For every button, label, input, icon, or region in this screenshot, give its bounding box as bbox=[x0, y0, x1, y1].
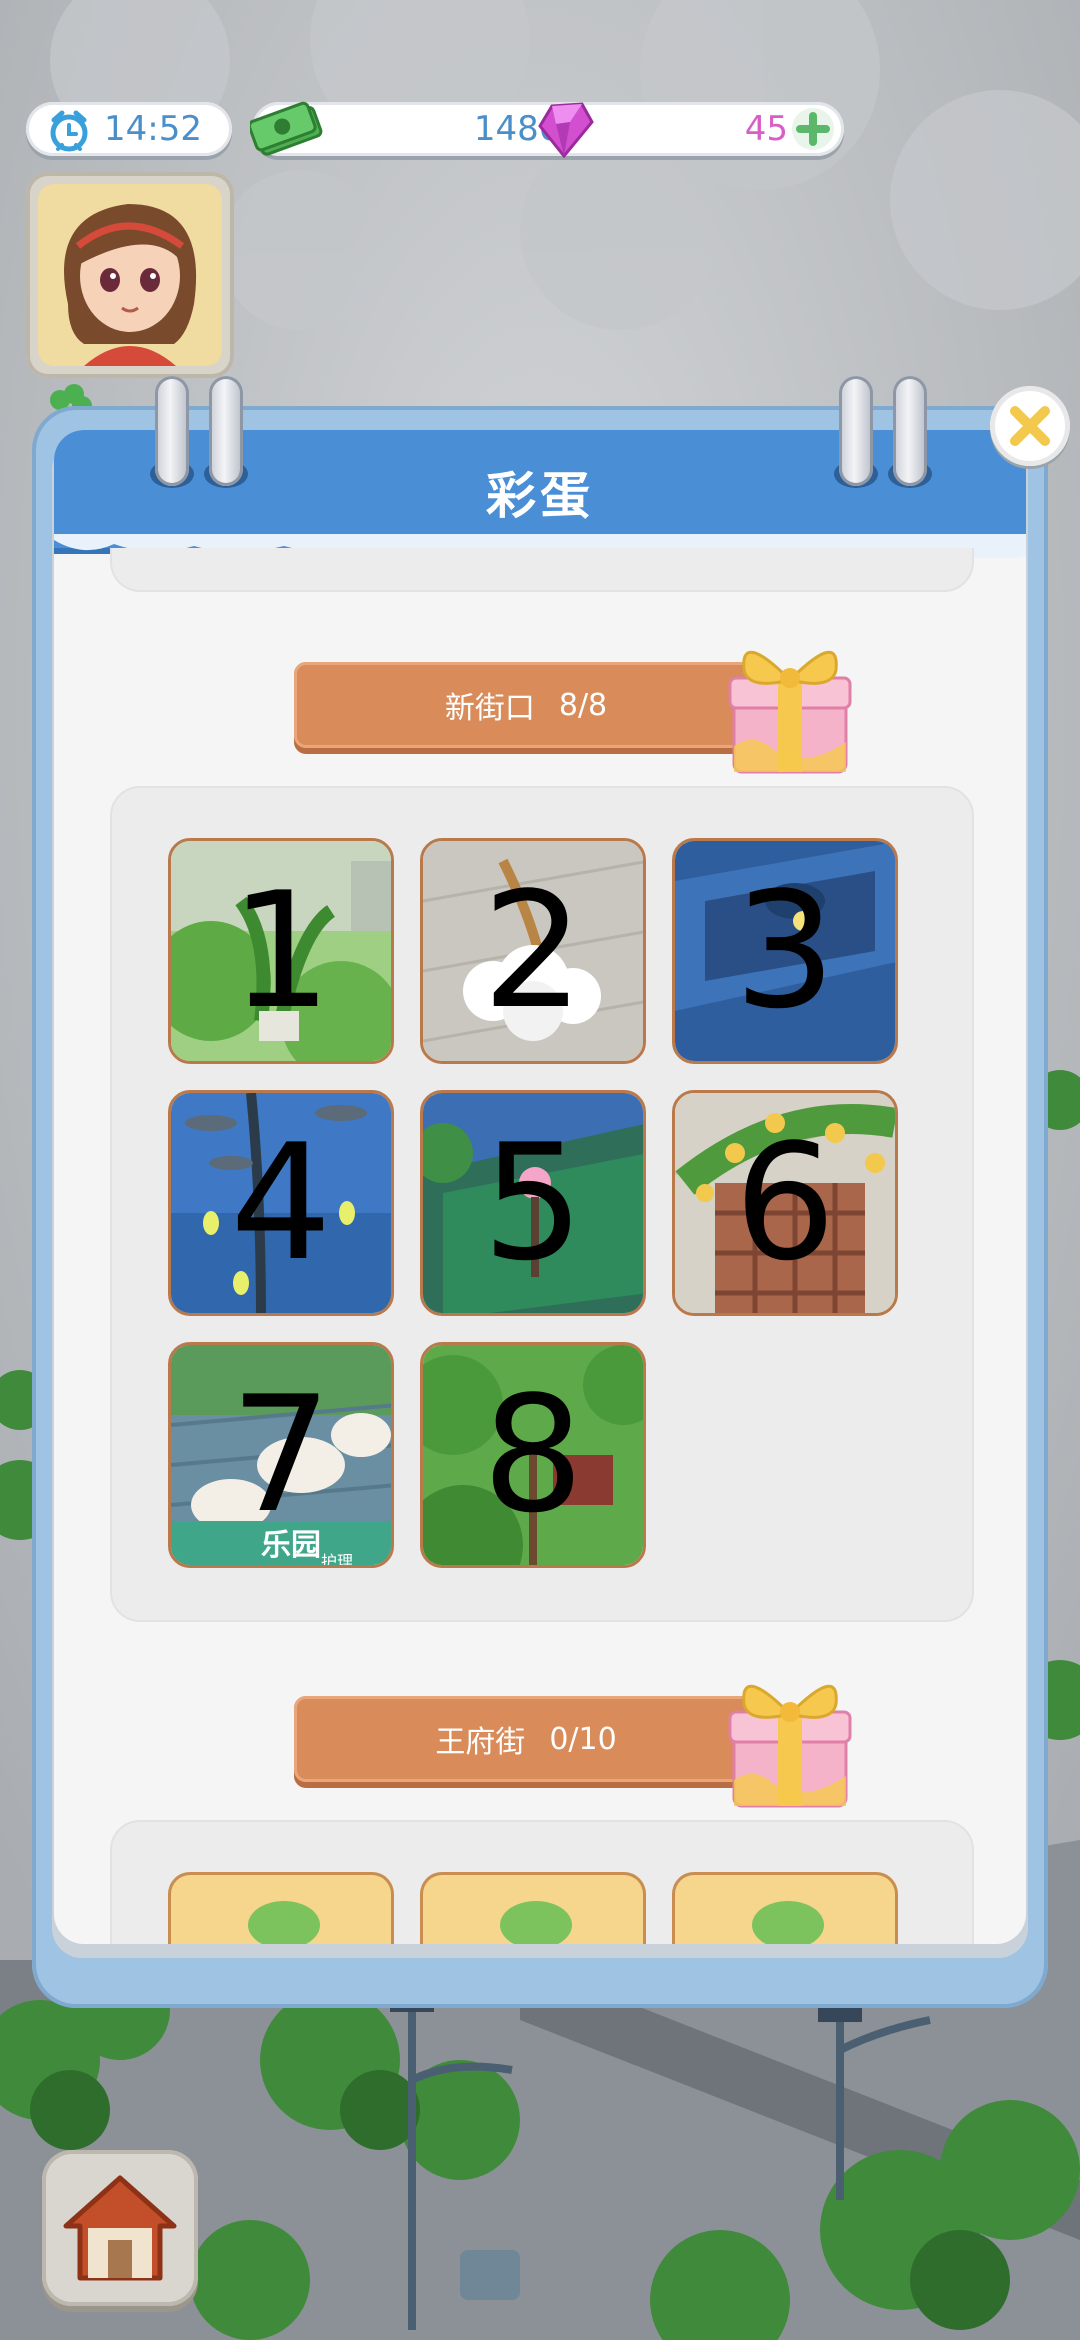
locked-egg-icon bbox=[500, 1901, 572, 1944]
binder-ring bbox=[155, 376, 189, 486]
locked-egg-icon bbox=[248, 1901, 320, 1944]
avatar bbox=[38, 184, 222, 366]
locked-egg-tile[interactable] bbox=[420, 1872, 646, 1944]
time-text: 14:52 bbox=[104, 109, 202, 149]
tile-number: 1 bbox=[230, 857, 332, 1044]
egg-tile-4[interactable]: 4 bbox=[168, 1090, 394, 1316]
gem-icon bbox=[538, 102, 594, 158]
binder-ring bbox=[209, 376, 243, 486]
binder-ring bbox=[839, 376, 873, 486]
locked-egg-icon bbox=[752, 1901, 824, 1944]
tile-number: 7 bbox=[230, 1361, 332, 1548]
section-progress: 8/8 bbox=[558, 687, 608, 723]
tile-number: 8 bbox=[482, 1361, 584, 1548]
easter-egg-scroll-list[interactable]: 新街口 8/8 1 2 3 4 5 6 乐园 护理 7 8 王府街 0/10 bbox=[54, 548, 1026, 1944]
tile-number: 2 bbox=[482, 857, 584, 1044]
egg-tile-3[interactable]: 3 bbox=[672, 838, 898, 1064]
gem-amount: 45 bbox=[744, 109, 788, 149]
egg-tile-8[interactable]: 8 bbox=[420, 1342, 646, 1568]
egg-grid-xinjiekou: 1 2 3 4 5 6 乐园 护理 7 8 bbox=[110, 786, 974, 1622]
section-banner-xinjiekou: 新街口 8/8 bbox=[294, 662, 758, 748]
time-display: 14:52 bbox=[26, 102, 232, 156]
egg-grid-wangfujie bbox=[110, 1820, 974, 1944]
previous-section-tray bbox=[110, 548, 974, 592]
gift-box-icon[interactable] bbox=[716, 636, 866, 776]
dialog-panel: 彩蛋 新街口 8/8 1 2 3 4 5 6 乐园 护理 7 8 王府街 0/1… bbox=[54, 430, 1026, 1944]
egg-tile-2[interactable]: 2 bbox=[420, 838, 646, 1064]
player-avatar-button[interactable] bbox=[26, 172, 234, 378]
home-icon bbox=[63, 2175, 177, 2281]
tile-number: 5 bbox=[482, 1109, 584, 1296]
dialog-title: 彩蛋 bbox=[486, 467, 594, 525]
section-name: 新街口 bbox=[444, 691, 535, 726]
locked-egg-tile[interactable] bbox=[168, 1872, 394, 1944]
plus-icon bbox=[796, 112, 830, 146]
tile-number: 3 bbox=[734, 857, 836, 1044]
egg-tile-6[interactable]: 6 bbox=[672, 1090, 898, 1316]
locked-egg-tile[interactable] bbox=[672, 1872, 898, 1944]
add-gems-button[interactable] bbox=[792, 108, 834, 150]
dialog-header: 彩蛋 bbox=[54, 430, 1026, 558]
egg-tile-5[interactable]: 5 bbox=[420, 1090, 646, 1316]
tile-number: 4 bbox=[230, 1109, 332, 1296]
egg-tile-1[interactable]: 1 bbox=[168, 838, 394, 1064]
egg-tile-7[interactable]: 乐园 护理 7 bbox=[168, 1342, 394, 1568]
close-button[interactable] bbox=[990, 386, 1070, 466]
currency-bar: 14865 45 bbox=[250, 101, 844, 158]
close-icon bbox=[1010, 406, 1050, 446]
home-button[interactable] bbox=[42, 2150, 198, 2306]
section-name: 王府街 bbox=[435, 1725, 526, 1760]
binder-ring bbox=[893, 376, 927, 486]
tile-number: 6 bbox=[734, 1109, 836, 1296]
section-progress: 0/10 bbox=[549, 1721, 617, 1757]
alarm-clock-icon bbox=[50, 110, 88, 152]
gift-box-icon[interactable] bbox=[716, 1670, 866, 1810]
cash-icon bbox=[250, 101, 323, 156]
section-banner-wangfujie: 王府街 0/10 bbox=[294, 1696, 758, 1782]
